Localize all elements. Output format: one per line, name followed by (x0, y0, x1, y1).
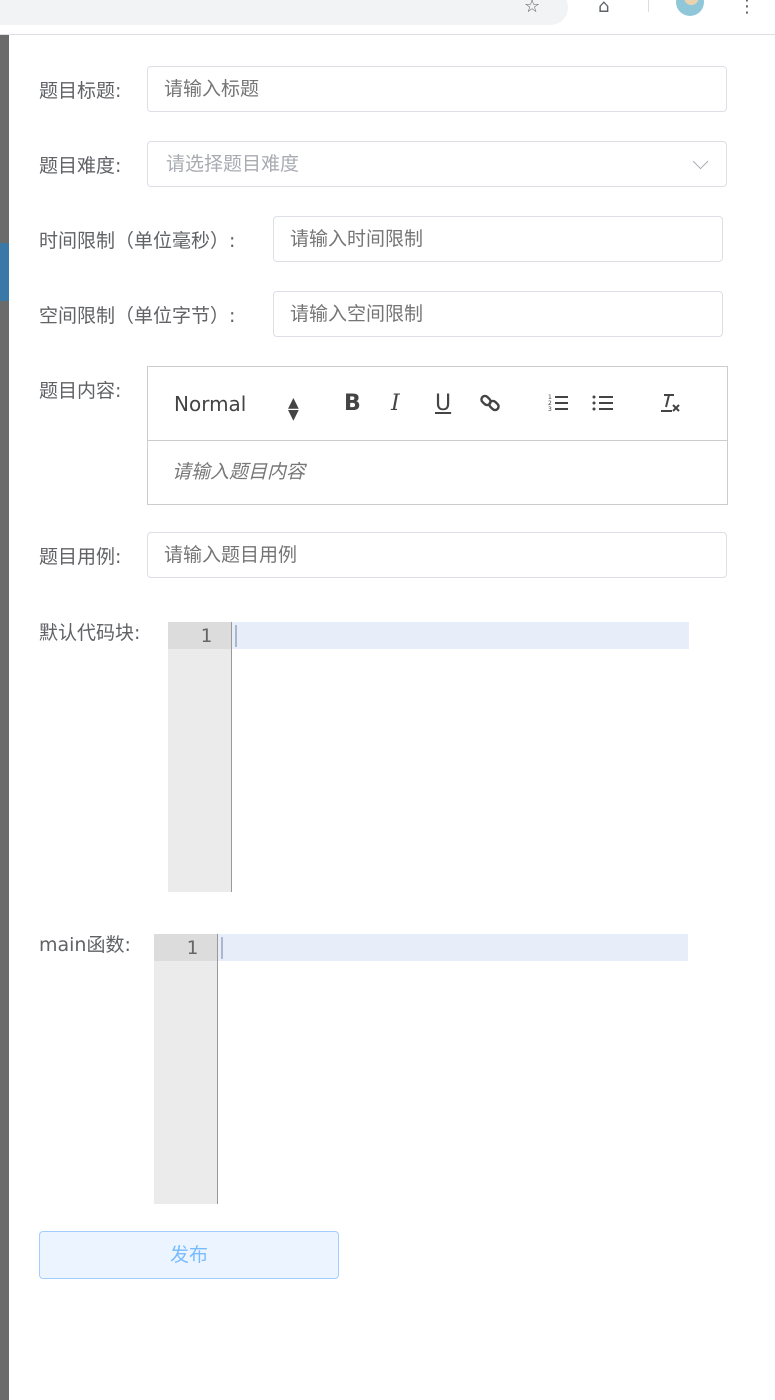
link-icon[interactable] (478, 391, 502, 422)
chevron-down-icon (692, 153, 709, 170)
underline-icon[interactable]: U (435, 391, 451, 417)
title-input[interactable] (147, 66, 727, 112)
content-label: 题目内容: (39, 380, 122, 402)
format-select[interactable]: Normal (174, 391, 246, 417)
line-number: 1 (186, 937, 198, 959)
rich-text-editor: Normal ▲ ▼ B I U 123 请输入题目内容 (147, 366, 728, 505)
clear-format-icon[interactable] (658, 391, 682, 422)
default-code-editor[interactable]: 1 (168, 622, 689, 892)
line-number: 1 (200, 625, 212, 647)
text-cursor (235, 625, 237, 647)
difficulty-select[interactable]: 请选择题目难度 (147, 141, 727, 187)
line-gutter: 1 (168, 622, 232, 892)
difficulty-label: 题目难度: (39, 155, 122, 177)
editor-toolbar: Normal ▲ ▼ B I U 123 (148, 367, 727, 441)
active-gutter-line (168, 622, 231, 649)
default-code-label: 默认代码块: (39, 622, 141, 644)
title-label: 题目标题: (39, 80, 122, 102)
text-cursor (221, 937, 223, 959)
main-function-label: main函数: (39, 934, 131, 956)
bullet-list-icon[interactable] (591, 391, 615, 422)
example-input[interactable] (147, 532, 727, 578)
svg-text:3: 3 (548, 406, 552, 413)
time-limit-input[interactable] (273, 216, 723, 262)
publish-button[interactable]: 发布 (39, 1231, 339, 1279)
example-label: 题目用例: (39, 546, 122, 568)
space-limit-label: 空间限制（单位字节）: (39, 305, 236, 327)
space-limit-input[interactable] (273, 291, 723, 337)
italic-icon[interactable]: I (391, 391, 400, 417)
time-limit-label: 时间限制（单位毫秒）: (39, 230, 236, 252)
line-gutter: 1 (154, 934, 218, 1204)
difficulty-placeholder: 请选择题目难度 (166, 153, 300, 175)
content-placeholder[interactable]: 请输入题目内容 (172, 457, 305, 484)
active-code-line (232, 622, 689, 649)
format-select-arrows-icon[interactable]: ▲ ▼ (288, 396, 299, 422)
ordered-list-icon[interactable]: 123 (546, 391, 570, 422)
active-gutter-line (154, 934, 217, 961)
problem-form: 题目标题: 题目难度: 请选择题目难度 时间限制（单位毫秒）: 空间限制（单位字… (0, 0, 775, 1400)
active-code-line (218, 934, 688, 961)
main-function-editor[interactable]: 1 (154, 934, 688, 1204)
bold-icon[interactable]: B (344, 391, 361, 417)
